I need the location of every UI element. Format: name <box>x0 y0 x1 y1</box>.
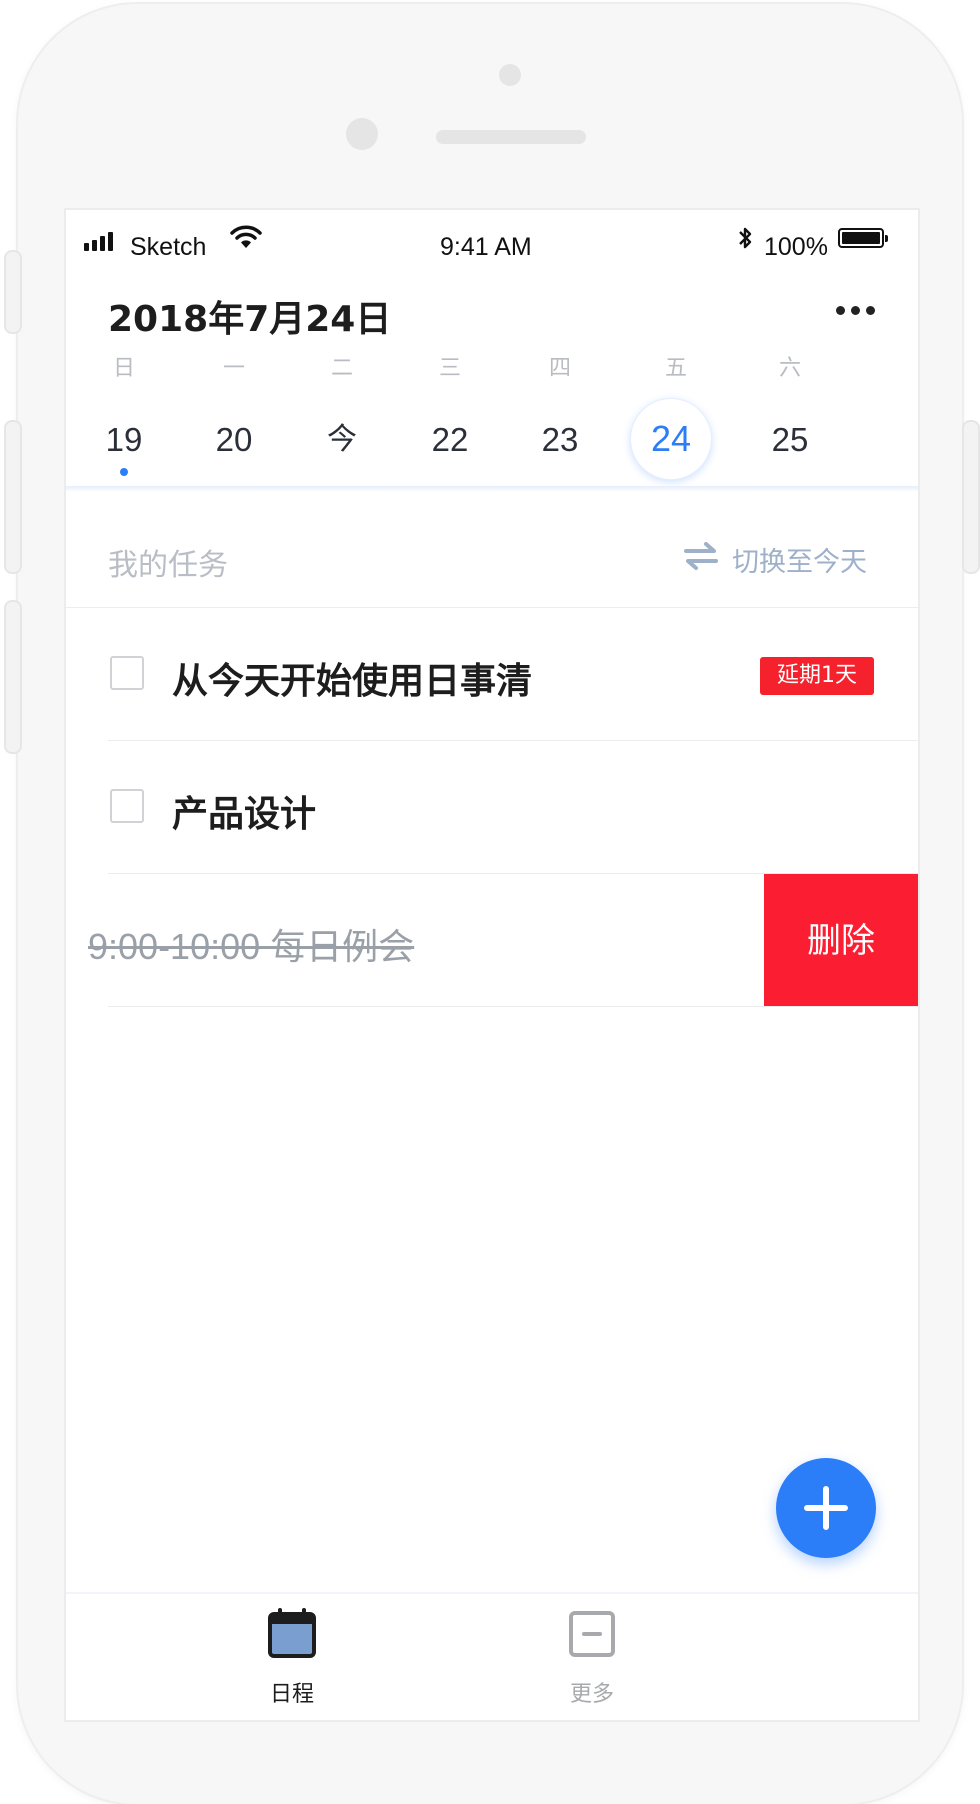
day-cell-today[interactable]: 今 <box>302 400 382 480</box>
bluetooth-icon <box>736 224 754 259</box>
battery-percentage: 100% <box>764 233 828 261</box>
front-camera <box>499 64 521 86</box>
app-screen: Sketch 9:41 AM 100% 2018年7月24日 日 一 二 三 四… <box>64 208 920 1722</box>
day-cell[interactable]: 20 <box>194 400 274 480</box>
carrier-name: Sketch <box>130 233 207 261</box>
proximity-sensor <box>346 118 378 150</box>
tab-label: 日程 <box>269 1682 314 1707</box>
day-cell[interactable]: 23 <box>520 400 600 480</box>
tab-schedule[interactable]: 日程 <box>222 1608 362 1707</box>
task-row[interactable]: 产品设计 <box>66 741 918 874</box>
side-button-mute <box>4 250 22 334</box>
task-title: 从今天开始使用日事清 <box>172 661 533 702</box>
completed-task-row[interactable]: 9:00-10:00 每日例会 删除 <box>66 874 918 1007</box>
calendar-icon <box>268 1608 316 1658</box>
week-strip-divider <box>66 486 918 492</box>
section-title: 我的任务 <box>108 548 228 583</box>
event-dot <box>120 468 128 476</box>
add-task-button[interactable] <box>776 1458 876 1558</box>
day-cell[interactable]: 22 <box>410 400 490 480</box>
more-box-icon <box>569 1611 615 1657</box>
page-title: 2018年7月24日 <box>108 299 392 340</box>
task-checkbox[interactable] <box>110 656 144 690</box>
switch-to-today-label: 切换至今天 <box>732 547 867 578</box>
bottom-tab-bar: 日程 更多 <box>66 1592 918 1720</box>
divider <box>108 1006 918 1007</box>
earpiece-speaker <box>436 130 586 144</box>
weekday-header: 日 一 二 三 四 五 六 <box>66 350 918 390</box>
weekday-label: 一 <box>222 356 245 381</box>
weekday-label: 三 <box>438 356 461 381</box>
battery-icon <box>838 228 888 248</box>
tab-more[interactable]: 更多 <box>522 1608 662 1707</box>
weekday-label: 日 <box>112 356 135 381</box>
weekday-label: 二 <box>330 356 353 381</box>
side-button-power <box>962 420 980 574</box>
weekday-label: 六 <box>778 356 801 381</box>
day-cell[interactable]: 25 <box>750 400 830 480</box>
plus-icon <box>804 1486 848 1530</box>
status-time: 9:41 AM <box>440 233 532 261</box>
week-day-strip: 19 20 今 22 23 24 25 <box>66 398 918 490</box>
status-bar: Sketch 9:41 AM 100% <box>66 210 918 261</box>
swap-arrows-icon <box>684 542 718 577</box>
weekday-label: 五 <box>664 356 687 381</box>
tab-label: 更多 <box>569 1682 614 1707</box>
day-cell-selected[interactable]: 24 <box>630 398 712 480</box>
side-button-volume-down <box>4 600 22 754</box>
delete-button[interactable]: 删除 <box>764 874 918 1007</box>
weekday-label: 四 <box>548 356 571 381</box>
signal-icon <box>84 232 113 251</box>
wifi-icon <box>230 224 262 257</box>
more-horizontal-icon[interactable] <box>836 306 875 315</box>
overdue-badge: 延期1天 <box>760 657 874 695</box>
switch-to-today-button[interactable]: 切换至今天 <box>684 540 867 579</box>
side-button-volume-up <box>4 420 22 574</box>
completed-task-title: 9:00-10:00 每日例会 <box>88 926 415 967</box>
task-title: 产品设计 <box>172 794 317 835</box>
task-checkbox[interactable] <box>110 789 144 823</box>
task-row[interactable]: 从今天开始使用日事清 延期1天 <box>66 608 918 741</box>
